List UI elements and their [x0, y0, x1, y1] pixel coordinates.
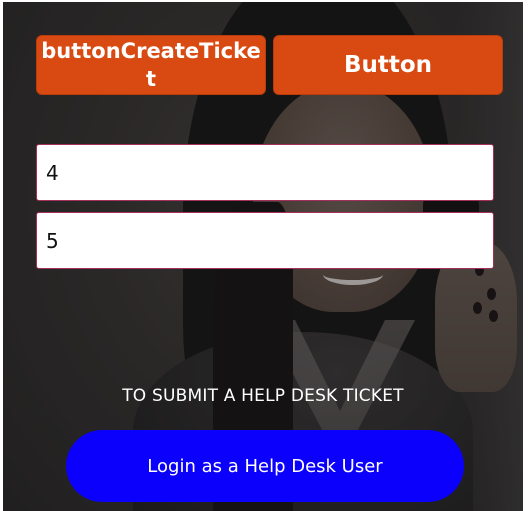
create-ticket-button[interactable]: buttonCreateTicket	[36, 35, 266, 95]
generic-button-label: Button	[343, 52, 433, 78]
second-text-input[interactable]	[36, 212, 494, 269]
login-help-desk-user-button[interactable]: Login as a Help Desk User	[66, 430, 464, 502]
create-ticket-button-label: buttonCreateTicket	[41, 39, 261, 91]
help-desk-caption: TO SUBMIT A HELP DESK TICKET	[122, 386, 404, 406]
app-screen: buttonCreateTicket Button TO SUBMIT A HE…	[3, 2, 523, 511]
first-text-input[interactable]	[36, 144, 494, 201]
login-button-label: Login as a Help Desk User	[147, 455, 383, 477]
generic-button[interactable]: Button	[273, 35, 503, 95]
